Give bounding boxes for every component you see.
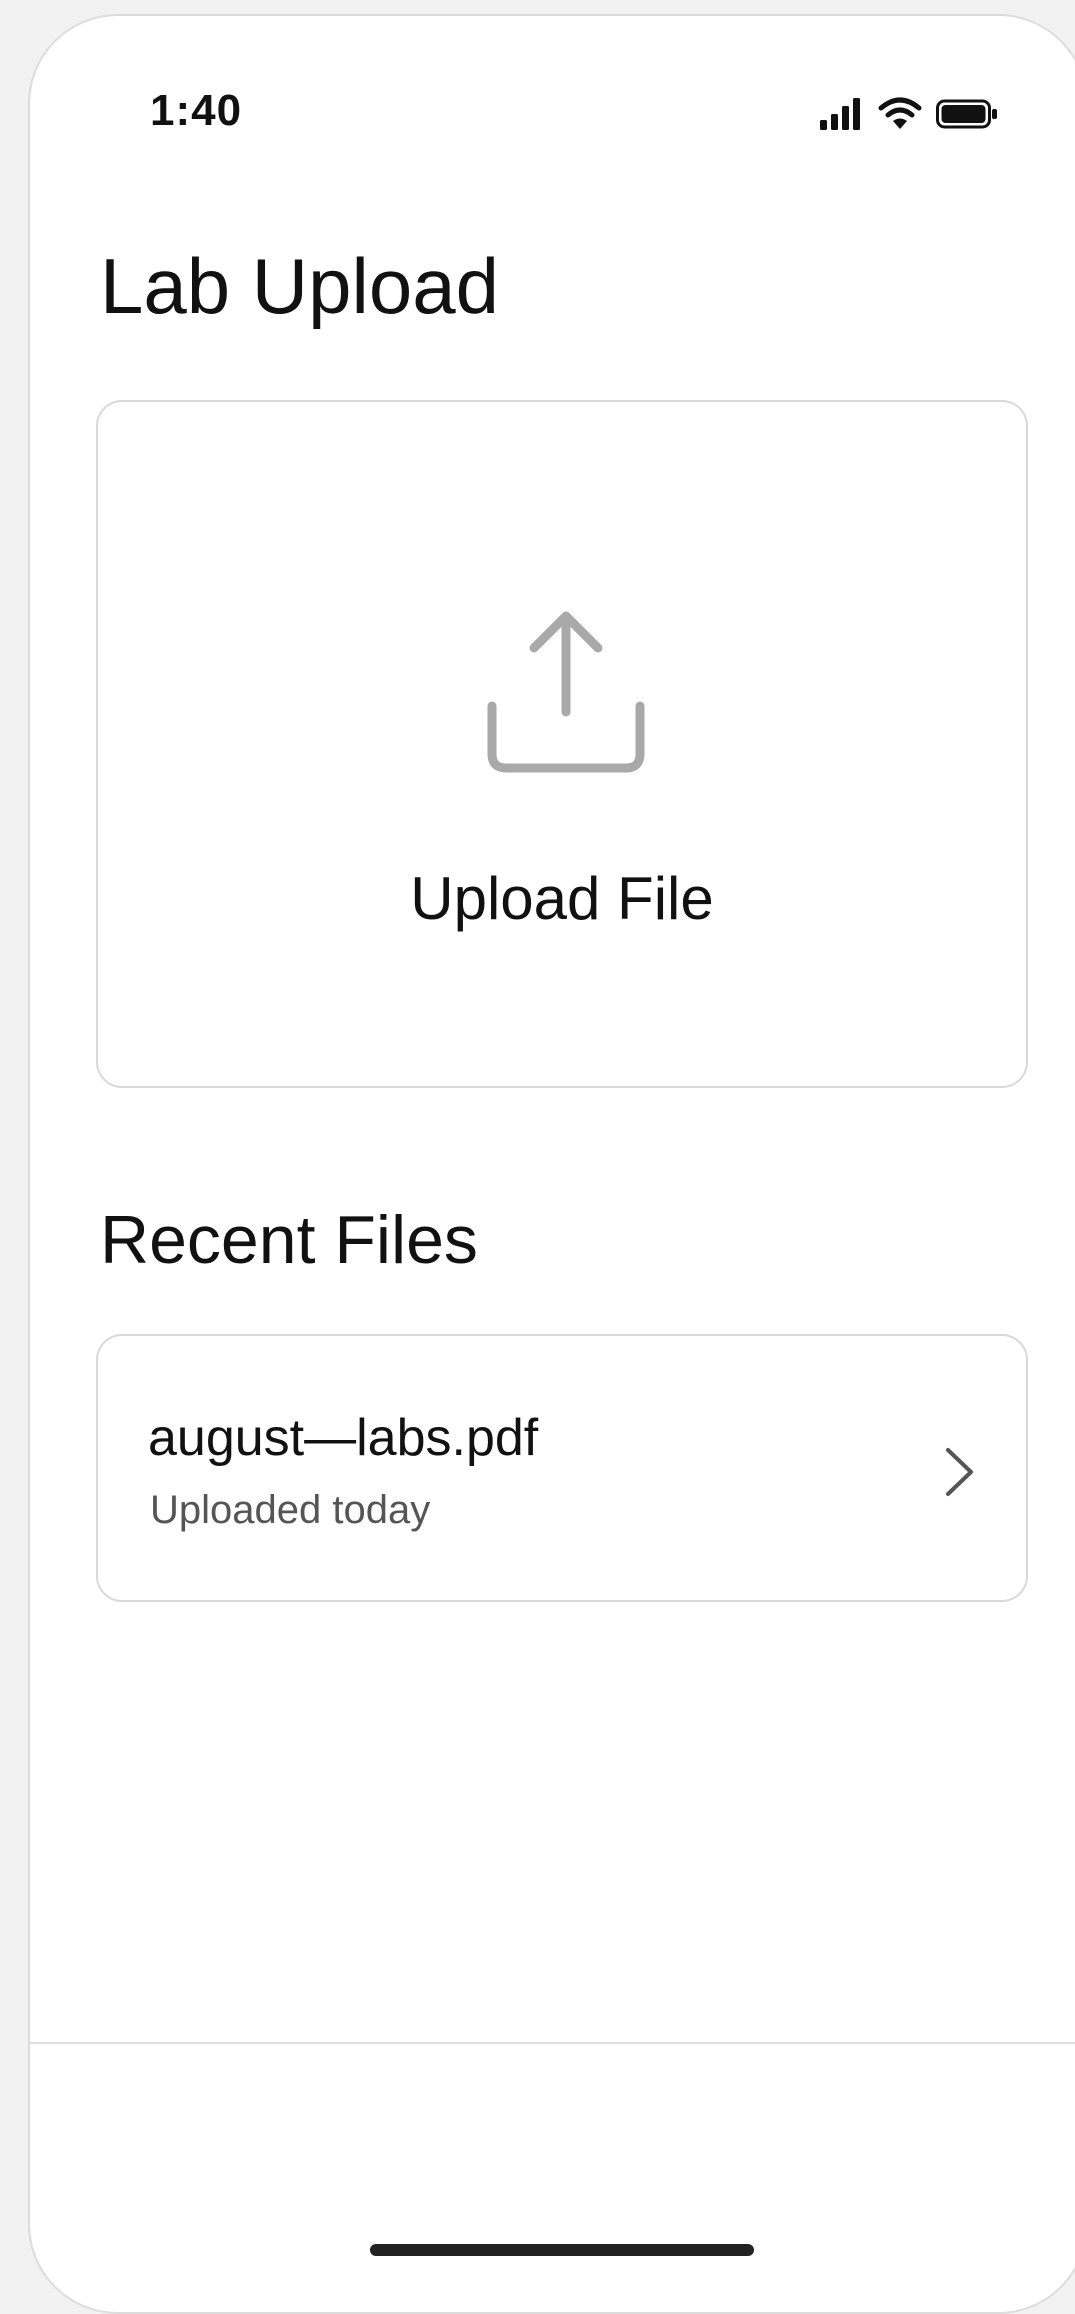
file-name: august—labs.pdf — [148, 1409, 539, 1467]
file-upload-date: Uploaded today — [150, 1488, 431, 1532]
recent-files-title: Recent Files — [100, 1202, 478, 1278]
upload-file-button[interactable]: Upload File — [96, 400, 1028, 1088]
page-title: Lab Upload — [100, 242, 499, 330]
signal-icon — [820, 98, 860, 130]
list-item[interactable]: august—labs.pdf Uploaded today — [96, 1334, 1028, 1602]
wifi-icon — [878, 97, 922, 129]
battery-icon — [936, 99, 997, 129]
status-time: 1:40 — [150, 86, 243, 135]
home-indicator[interactable] — [370, 2244, 754, 2256]
status-bar: 1:40 — [30, 16, 1075, 196]
upload-file-label: Upload File — [410, 865, 714, 932]
chevron-right-icon — [946, 1448, 973, 1496]
phone-frame: 1:40 Lab Upload Upload File Recent Files… — [28, 14, 1075, 2314]
upload-icon — [487, 611, 645, 773]
status-icons — [820, 96, 998, 130]
tab-bar-divider — [30, 2042, 1075, 2044]
